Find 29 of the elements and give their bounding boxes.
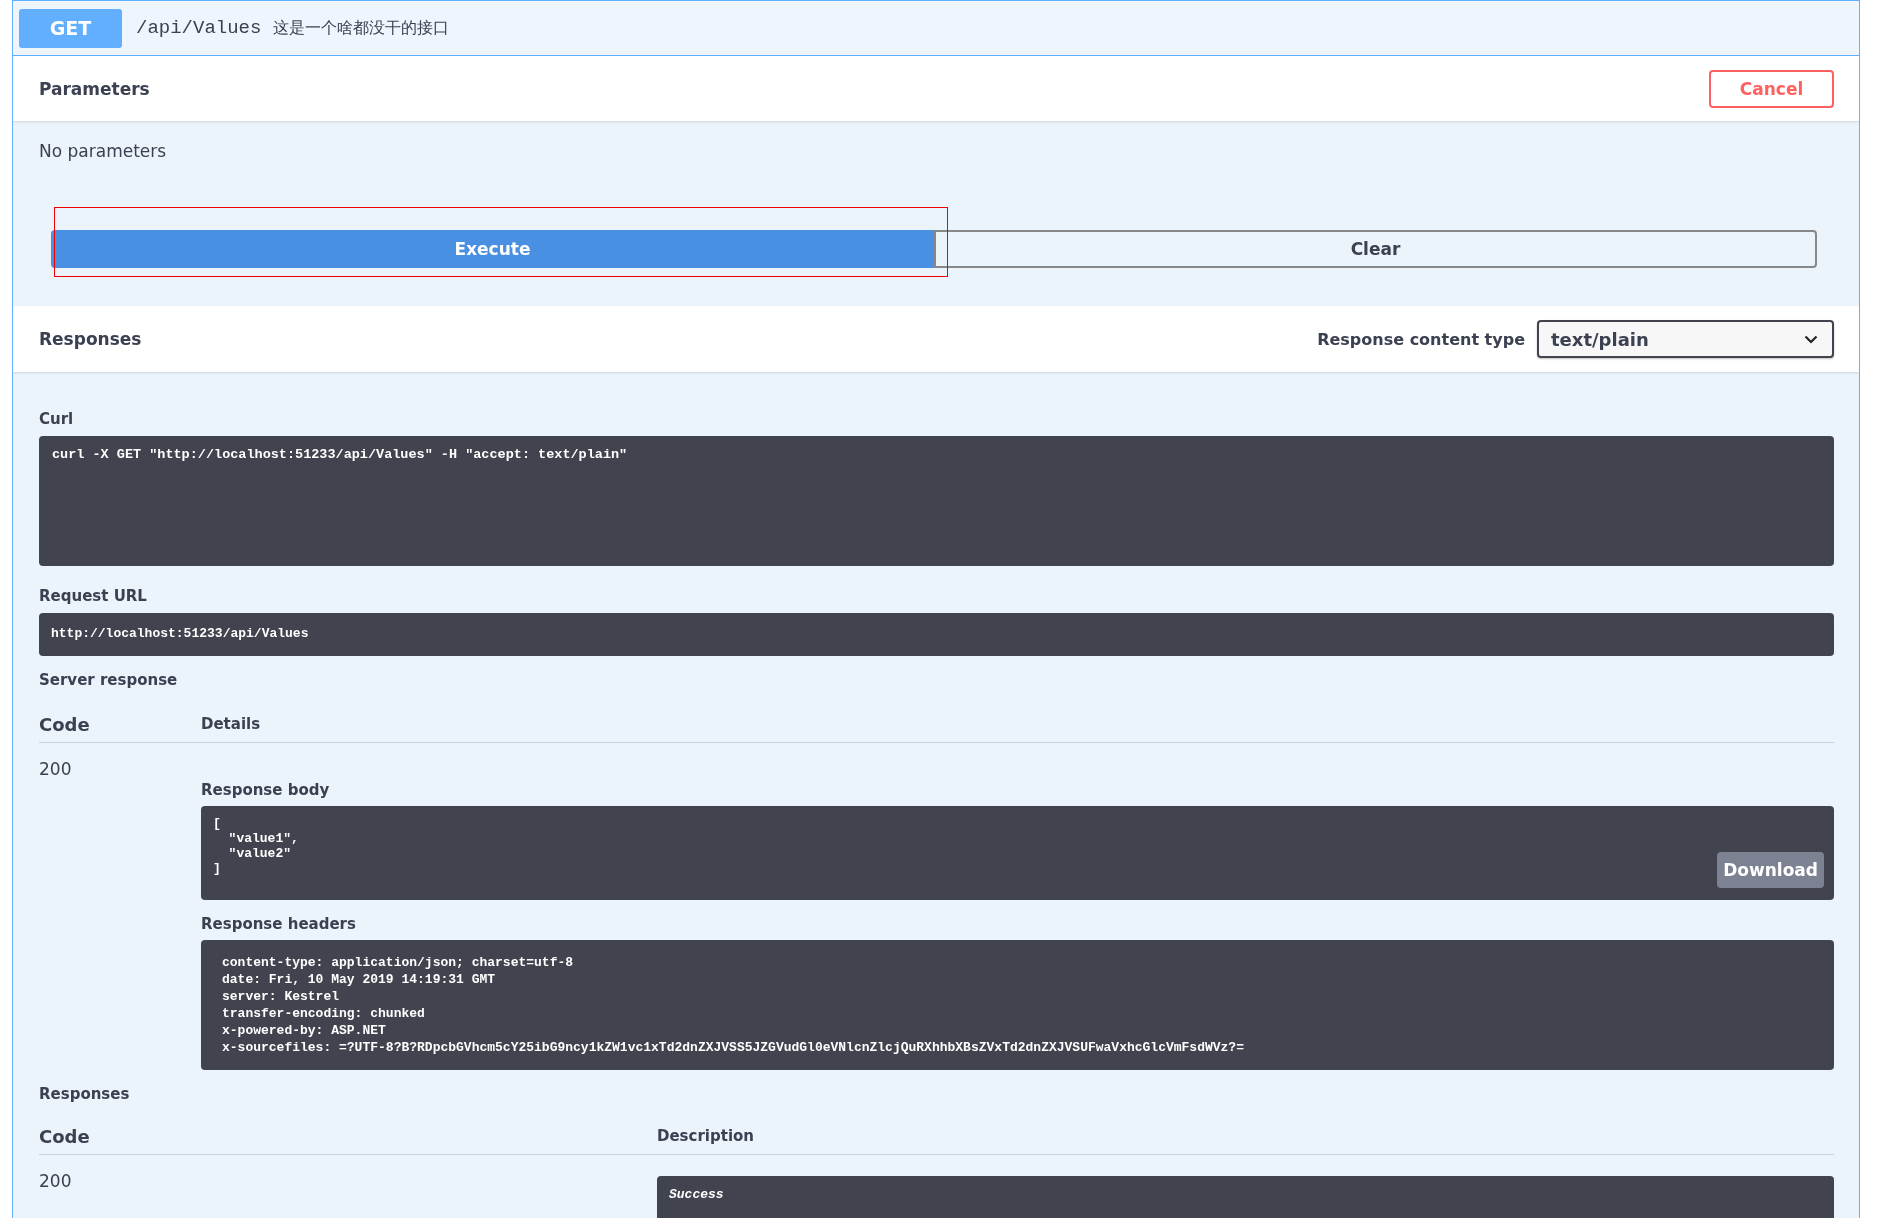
response-description: Success bbox=[669, 1186, 724, 1203]
curl-command: curl -X GET "http://localhost:51233/api/Values" -H "accept: text/plain" bbox=[52, 446, 628, 463]
status-code: 200 bbox=[39, 1171, 73, 1191]
section-title: Parameters bbox=[39, 78, 150, 99]
column-header: Code bbox=[39, 713, 91, 735]
endpoint-summary: 这是一个啥都没干的接口 bbox=[273, 17, 450, 39]
endpoint-path: /api/Values bbox=[136, 17, 262, 39]
chevron-down-icon bbox=[1804, 334, 1818, 344]
clear-button[interactable]: Clear bbox=[934, 230, 1817, 268]
status-code: 200 bbox=[39, 759, 73, 779]
method-badge: GET bbox=[19, 8, 122, 48]
no-parameters-text: No parameters bbox=[38, 140, 168, 163]
response-body: [ "value1", "value2" ] bbox=[213, 816, 299, 876]
content-type-label: Response content type bbox=[1317, 329, 1525, 349]
field-label: Response body bbox=[201, 780, 331, 800]
column-header: Code bbox=[39, 1125, 91, 1147]
download-button[interactable]: Download bbox=[1717, 852, 1824, 888]
field-label: Responses bbox=[39, 1084, 131, 1104]
field-label: Curl bbox=[39, 409, 75, 429]
field-label: Server response bbox=[39, 670, 179, 690]
response-headers: content-type: application/json; charset=utf-8 date: Fri, 10 May 2019 14:19:31 GMT server: Kestrel transfer-encoding: chunked x-powered-by: ASP.NET x-sourcefiles: =?UTF-8?B?RDpcbGVhcm5cY25ibG9ncy1kZW1vc1xTd2dnZXJVSS5JZGVudGl0eVNlcnZlcjQuRXhhbXBsZVxTd2dnZXJVSUFwaVxhcGlcVmFsdWVz?= bbox=[222, 954, 1244, 1056]
request-url: http://localhost:51233/api/Values bbox=[51, 625, 309, 642]
field-label: Request URL bbox=[39, 586, 148, 606]
column-header: Description bbox=[657, 1127, 755, 1145]
field-label: Response headers bbox=[201, 914, 357, 934]
operation-header[interactable]: GET /api/Values 这是一个啥都没干的接口 bbox=[13, 1, 1859, 56]
column-header: Details bbox=[201, 715, 261, 733]
content-type-select[interactable]: text/plain bbox=[1537, 320, 1834, 358]
section-title: Responses bbox=[39, 329, 142, 349]
